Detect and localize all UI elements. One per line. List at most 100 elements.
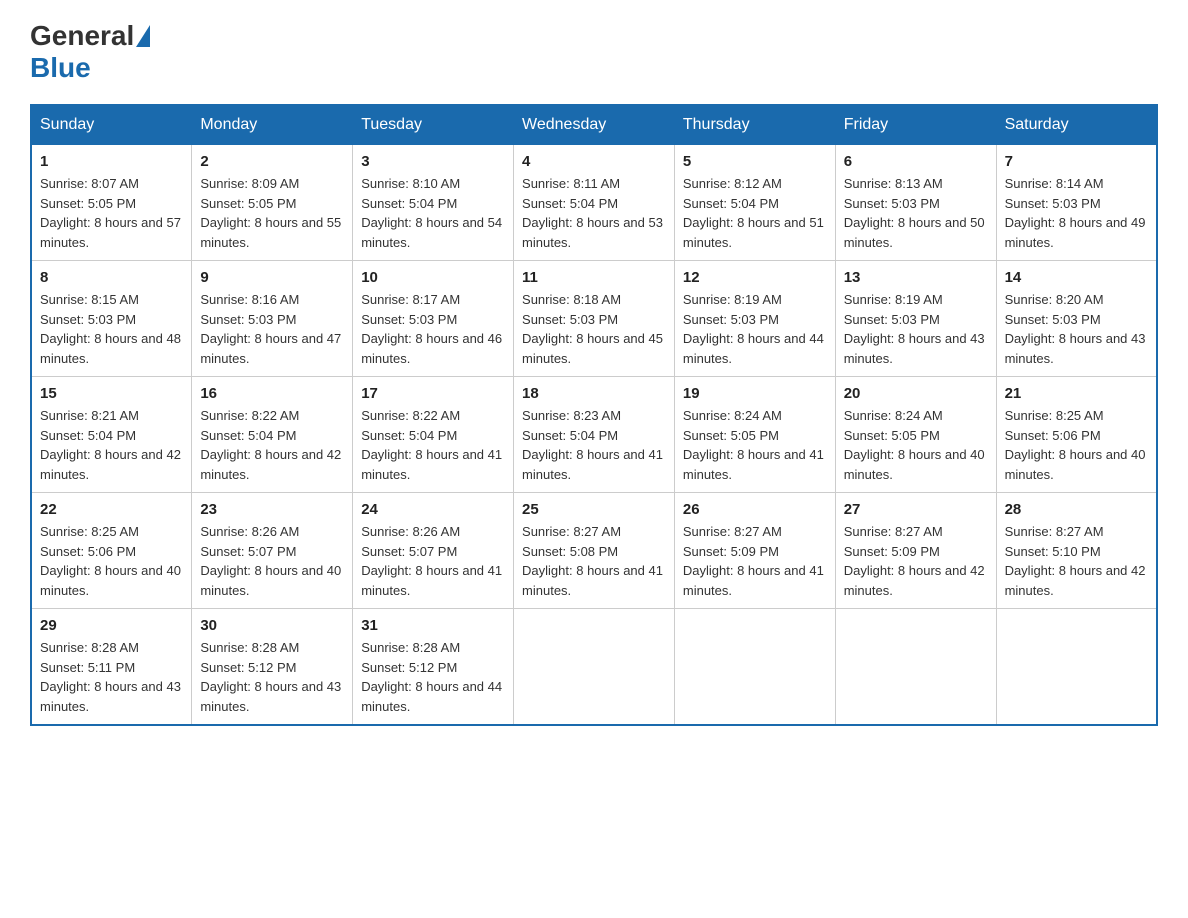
day-number: 17 — [361, 385, 505, 402]
day-cell: 22 Sunrise: 8:25 AMSunset: 5:06 PMDaylig… — [31, 493, 192, 609]
day-number: 11 — [522, 269, 666, 286]
day-number: 26 — [683, 501, 827, 518]
day-number: 18 — [522, 385, 666, 402]
day-number: 16 — [200, 385, 344, 402]
header-cell-sunday: Sunday — [31, 105, 192, 145]
day-number: 2 — [200, 153, 344, 170]
day-info: Sunrise: 8:23 AMSunset: 5:04 PMDaylight:… — [522, 408, 663, 482]
logo-general-text: General — [30, 20, 134, 52]
calendar-body: 1 Sunrise: 8:07 AMSunset: 5:05 PMDayligh… — [31, 145, 1157, 726]
day-cell: 28 Sunrise: 8:27 AMSunset: 5:10 PMDaylig… — [996, 493, 1157, 609]
day-cell: 19 Sunrise: 8:24 AMSunset: 5:05 PMDaylig… — [674, 377, 835, 493]
day-info: Sunrise: 8:12 AMSunset: 5:04 PMDaylight:… — [683, 176, 824, 250]
week-row-3: 15 Sunrise: 8:21 AMSunset: 5:04 PMDaylig… — [31, 377, 1157, 493]
day-number: 5 — [683, 153, 827, 170]
header-cell-friday: Friday — [835, 105, 996, 145]
day-info: Sunrise: 8:27 AMSunset: 5:10 PMDaylight:… — [1005, 524, 1146, 598]
day-info: Sunrise: 8:11 AMSunset: 5:04 PMDaylight:… — [522, 176, 663, 250]
day-number: 15 — [40, 385, 183, 402]
header-cell-monday: Monday — [192, 105, 353, 145]
day-cell: 4 Sunrise: 8:11 AMSunset: 5:04 PMDayligh… — [514, 145, 675, 261]
header-row: SundayMondayTuesdayWednesdayThursdayFrid… — [31, 105, 1157, 145]
day-number: 27 — [844, 501, 988, 518]
day-cell: 10 Sunrise: 8:17 AMSunset: 5:03 PMDaylig… — [353, 261, 514, 377]
day-info: Sunrise: 8:15 AMSunset: 5:03 PMDaylight:… — [40, 292, 181, 366]
day-cell — [514, 609, 675, 726]
day-info: Sunrise: 8:25 AMSunset: 5:06 PMDaylight:… — [40, 524, 181, 598]
day-info: Sunrise: 8:19 AMSunset: 5:03 PMDaylight:… — [683, 292, 824, 366]
day-number: 7 — [1005, 153, 1148, 170]
day-number: 29 — [40, 617, 183, 634]
day-info: Sunrise: 8:22 AMSunset: 5:04 PMDaylight:… — [200, 408, 341, 482]
day-number: 9 — [200, 269, 344, 286]
day-cell: 24 Sunrise: 8:26 AMSunset: 5:07 PMDaylig… — [353, 493, 514, 609]
header-cell-thursday: Thursday — [674, 105, 835, 145]
day-cell: 5 Sunrise: 8:12 AMSunset: 5:04 PMDayligh… — [674, 145, 835, 261]
day-info: Sunrise: 8:24 AMSunset: 5:05 PMDaylight:… — [683, 408, 824, 482]
day-info: Sunrise: 8:27 AMSunset: 5:09 PMDaylight:… — [844, 524, 985, 598]
day-number: 20 — [844, 385, 988, 402]
day-info: Sunrise: 8:18 AMSunset: 5:03 PMDaylight:… — [522, 292, 663, 366]
calendar-header: SundayMondayTuesdayWednesdayThursdayFrid… — [31, 105, 1157, 145]
logo-blue-text: Blue — [30, 52, 91, 83]
day-cell: 13 Sunrise: 8:19 AMSunset: 5:03 PMDaylig… — [835, 261, 996, 377]
day-number: 6 — [844, 153, 988, 170]
day-info: Sunrise: 8:27 AMSunset: 5:09 PMDaylight:… — [683, 524, 824, 598]
day-cell: 3 Sunrise: 8:10 AMSunset: 5:04 PMDayligh… — [353, 145, 514, 261]
day-info: Sunrise: 8:16 AMSunset: 5:03 PMDaylight:… — [200, 292, 341, 366]
day-number: 23 — [200, 501, 344, 518]
day-cell: 7 Sunrise: 8:14 AMSunset: 5:03 PMDayligh… — [996, 145, 1157, 261]
week-row-2: 8 Sunrise: 8:15 AMSunset: 5:03 PMDayligh… — [31, 261, 1157, 377]
day-cell: 29 Sunrise: 8:28 AMSunset: 5:11 PMDaylig… — [31, 609, 192, 726]
day-cell: 6 Sunrise: 8:13 AMSunset: 5:03 PMDayligh… — [835, 145, 996, 261]
day-number: 21 — [1005, 385, 1148, 402]
day-number: 22 — [40, 501, 183, 518]
page-header: General Blue — [30, 20, 1158, 84]
day-number: 31 — [361, 617, 505, 634]
day-number: 12 — [683, 269, 827, 286]
day-number: 24 — [361, 501, 505, 518]
day-cell: 18 Sunrise: 8:23 AMSunset: 5:04 PMDaylig… — [514, 377, 675, 493]
day-number: 19 — [683, 385, 827, 402]
day-info: Sunrise: 8:26 AMSunset: 5:07 PMDaylight:… — [361, 524, 502, 598]
day-cell: 26 Sunrise: 8:27 AMSunset: 5:09 PMDaylig… — [674, 493, 835, 609]
day-info: Sunrise: 8:17 AMSunset: 5:03 PMDaylight:… — [361, 292, 502, 366]
day-info: Sunrise: 8:07 AMSunset: 5:05 PMDaylight:… — [40, 176, 181, 250]
day-cell: 1 Sunrise: 8:07 AMSunset: 5:05 PMDayligh… — [31, 145, 192, 261]
day-cell: 16 Sunrise: 8:22 AMSunset: 5:04 PMDaylig… — [192, 377, 353, 493]
week-row-5: 29 Sunrise: 8:28 AMSunset: 5:11 PMDaylig… — [31, 609, 1157, 726]
day-info: Sunrise: 8:19 AMSunset: 5:03 PMDaylight:… — [844, 292, 985, 366]
logo-triangle-icon — [136, 25, 150, 47]
week-row-4: 22 Sunrise: 8:25 AMSunset: 5:06 PMDaylig… — [31, 493, 1157, 609]
day-number: 30 — [200, 617, 344, 634]
day-cell: 23 Sunrise: 8:26 AMSunset: 5:07 PMDaylig… — [192, 493, 353, 609]
header-cell-wednesday: Wednesday — [514, 105, 675, 145]
day-cell: 20 Sunrise: 8:24 AMSunset: 5:05 PMDaylig… — [835, 377, 996, 493]
week-row-1: 1 Sunrise: 8:07 AMSunset: 5:05 PMDayligh… — [31, 145, 1157, 261]
day-cell: 14 Sunrise: 8:20 AMSunset: 5:03 PMDaylig… — [996, 261, 1157, 377]
day-info: Sunrise: 8:20 AMSunset: 5:03 PMDaylight:… — [1005, 292, 1146, 366]
header-cell-saturday: Saturday — [996, 105, 1157, 145]
day-info: Sunrise: 8:28 AMSunset: 5:11 PMDaylight:… — [40, 640, 181, 714]
day-number: 8 — [40, 269, 183, 286]
header-cell-tuesday: Tuesday — [353, 105, 514, 145]
day-cell: 8 Sunrise: 8:15 AMSunset: 5:03 PMDayligh… — [31, 261, 192, 377]
day-cell: 31 Sunrise: 8:28 AMSunset: 5:12 PMDaylig… — [353, 609, 514, 726]
day-info: Sunrise: 8:28 AMSunset: 5:12 PMDaylight:… — [200, 640, 341, 714]
day-cell: 30 Sunrise: 8:28 AMSunset: 5:12 PMDaylig… — [192, 609, 353, 726]
day-number: 10 — [361, 269, 505, 286]
day-cell: 2 Sunrise: 8:09 AMSunset: 5:05 PMDayligh… — [192, 145, 353, 261]
day-cell: 11 Sunrise: 8:18 AMSunset: 5:03 PMDaylig… — [514, 261, 675, 377]
calendar-table: SundayMondayTuesdayWednesdayThursdayFrid… — [30, 104, 1158, 726]
day-cell: 12 Sunrise: 8:19 AMSunset: 5:03 PMDaylig… — [674, 261, 835, 377]
day-number: 3 — [361, 153, 505, 170]
day-number: 4 — [522, 153, 666, 170]
day-cell: 15 Sunrise: 8:21 AMSunset: 5:04 PMDaylig… — [31, 377, 192, 493]
day-info: Sunrise: 8:10 AMSunset: 5:04 PMDaylight:… — [361, 176, 502, 250]
day-number: 25 — [522, 501, 666, 518]
day-number: 1 — [40, 153, 183, 170]
day-info: Sunrise: 8:24 AMSunset: 5:05 PMDaylight:… — [844, 408, 985, 482]
day-cell: 27 Sunrise: 8:27 AMSunset: 5:09 PMDaylig… — [835, 493, 996, 609]
day-info: Sunrise: 8:26 AMSunset: 5:07 PMDaylight:… — [200, 524, 341, 598]
day-number: 28 — [1005, 501, 1148, 518]
